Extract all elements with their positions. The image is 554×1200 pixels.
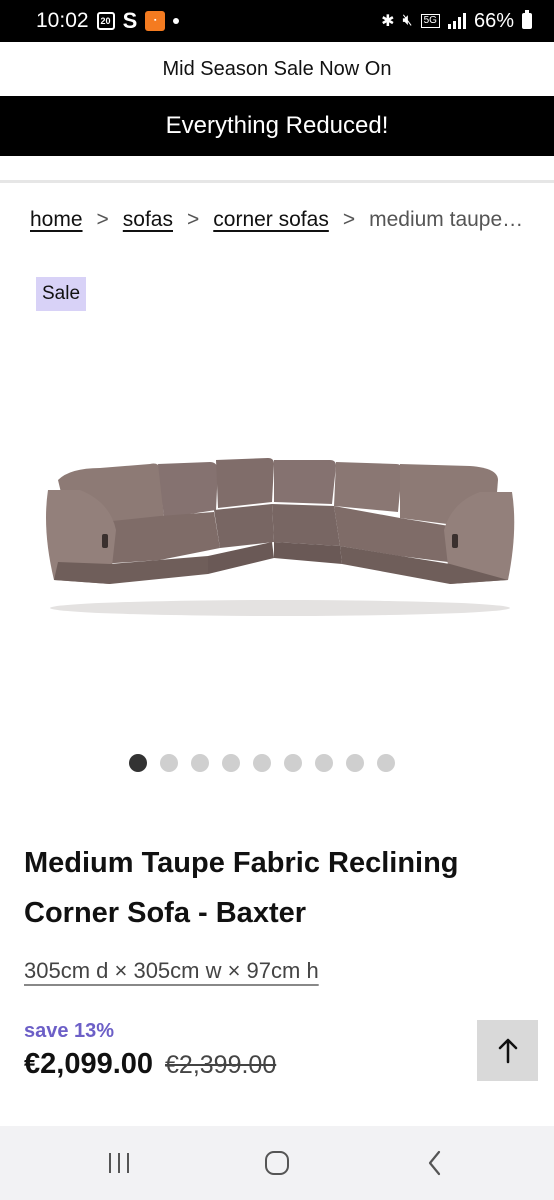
5g-icon: 5G (420, 14, 440, 28)
carousel-dot[interactable] (346, 754, 364, 772)
breadcrumb-corner-sofas[interactable]: corner sofas (213, 208, 329, 232)
carousel-dot[interactable] (315, 754, 333, 772)
carousel-dot[interactable] (222, 754, 240, 772)
breadcrumb: home > sofas > corner sofas > medium tau… (30, 208, 540, 232)
breadcrumb-separator: > (187, 208, 200, 231)
mute-icon: 🔇︎ (402, 12, 413, 29)
breadcrumb-home[interactable]: home (30, 208, 83, 232)
status-right: ✱ 🔇︎ 5G 66% (381, 10, 532, 33)
home-icon (265, 1151, 289, 1175)
back-to-top-button[interactable] (477, 1020, 538, 1081)
home-button[interactable] (237, 1133, 317, 1193)
back-icon (428, 1150, 441, 1176)
carousel-dot[interactable] (253, 754, 271, 772)
promo-top-bar[interactable]: Mid Season Sale Now On (0, 42, 554, 96)
current-price: €2,099.00 (24, 1048, 154, 1080)
carousel-dot[interactable] (191, 754, 209, 772)
recent-apps-icon (109, 1153, 129, 1173)
status-left: 10:02 20 S ▪ (36, 8, 180, 34)
s-app-icon: S (122, 8, 138, 33)
recent-apps-button[interactable] (79, 1133, 159, 1193)
product-image[interactable] (40, 430, 520, 620)
battery-icon (522, 10, 532, 29)
status-time: 10:02 (36, 9, 89, 32)
arrow-up-icon (498, 1038, 517, 1063)
product-dimensions-link[interactable]: 305cm d × 305cm w × 97cm h (24, 958, 319, 984)
promo-banner[interactable]: Everything Reduced! (0, 96, 554, 156)
breadcrumb-separator: > (342, 208, 356, 231)
system-nav-bar (0, 1126, 554, 1200)
carousel-dot[interactable] (160, 754, 178, 772)
temu-app-icon: ▪ (145, 11, 166, 31)
status-bar: 10:02 20 S ▪ ✱ 🔇︎ 5G 66% (0, 0, 554, 42)
signal-icon (447, 13, 466, 29)
carousel-dot[interactable] (377, 754, 395, 772)
price-row: €2,099.00 €2,399.00 (24, 1048, 276, 1081)
notification-dot-icon (173, 18, 180, 24)
save-percentage: save 13% (24, 1020, 115, 1042)
breadcrumb-sofas[interactable]: sofas (123, 208, 173, 232)
sale-badge: Sale (36, 277, 87, 311)
product-title: Medium Taupe Fabric Reclining Corner Sof… (24, 847, 459, 929)
battery-percent: 66% (473, 9, 514, 32)
carousel-dot[interactable] (129, 754, 147, 772)
breadcrumb-separator: > (96, 208, 109, 231)
back-button[interactable] (395, 1133, 475, 1193)
carousel-dot[interactable] (284, 754, 302, 772)
breadcrumb-current: medium taupe… (369, 208, 524, 231)
bluetooth-icon: ✱ (381, 13, 395, 30)
header-divider (0, 180, 554, 183)
calendar-icon: 20 (96, 12, 115, 30)
original-price: €2,399.00 (165, 1051, 277, 1079)
carousel-dots (0, 754, 554, 772)
